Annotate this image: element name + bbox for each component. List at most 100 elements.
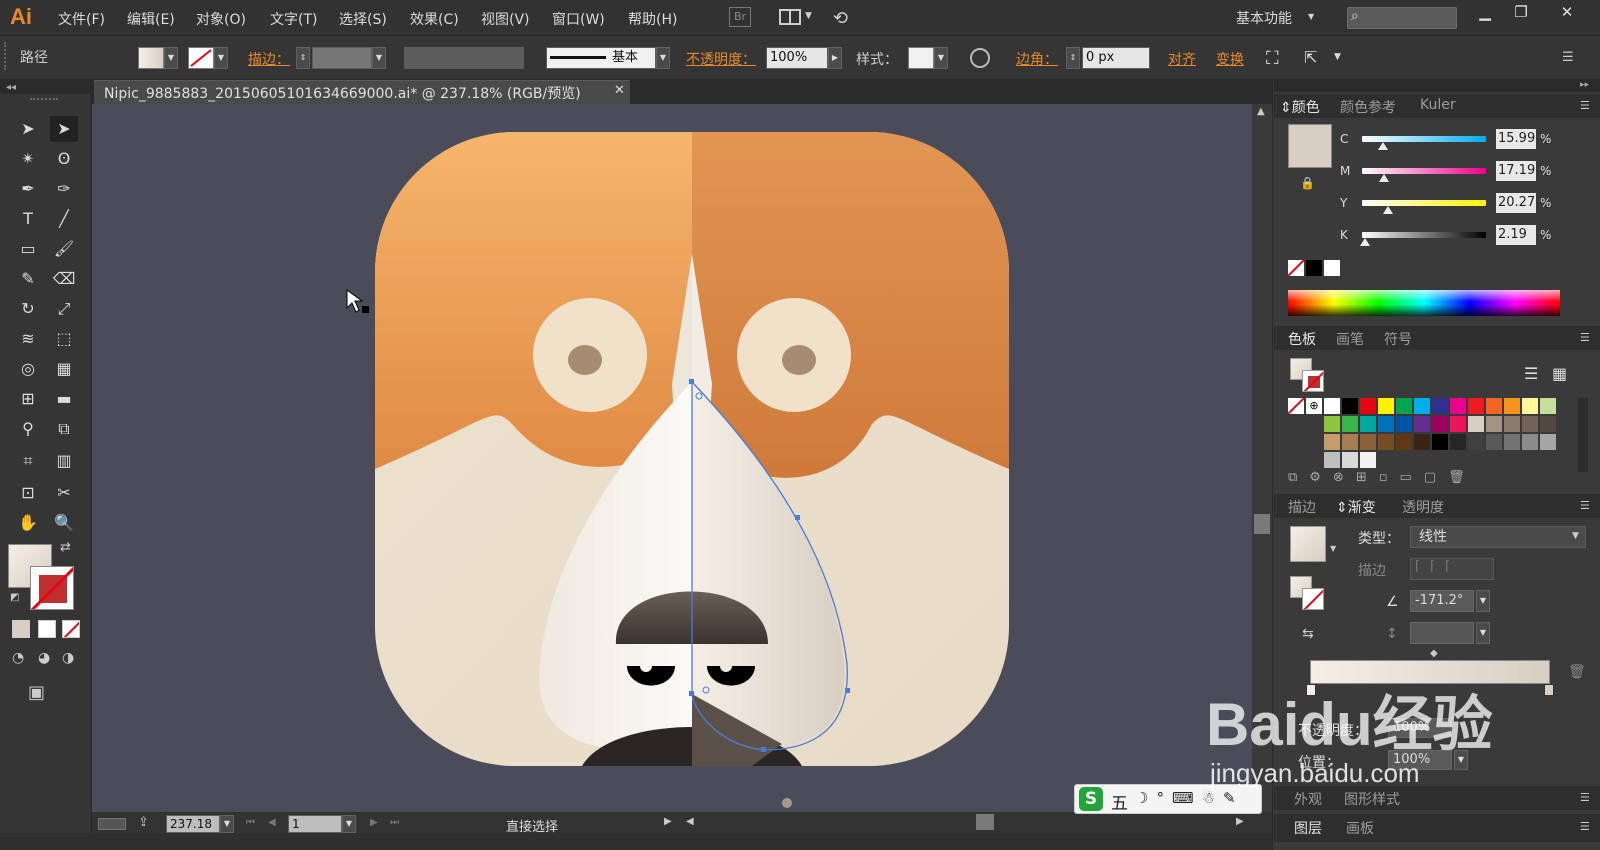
color-swatch[interactable]	[1522, 434, 1538, 450]
gradient-angle-field[interactable]: -171.2°	[1410, 590, 1474, 612]
color-swatch[interactable]	[1468, 434, 1484, 450]
color-swatch[interactable]	[1486, 398, 1502, 414]
color-swatch[interactable]	[1414, 398, 1430, 414]
chevron-down-icon[interactable]: ▼	[220, 815, 234, 833]
channel-slider-track[interactable]	[1362, 200, 1486, 206]
chevron-right-icon[interactable]: ▶	[828, 47, 842, 69]
fill-swatch[interactable]	[138, 47, 164, 69]
panel-menu-icon[interactable]: ☰	[1562, 50, 1574, 65]
ime-mode-label[interactable]: 五	[1111, 789, 1128, 814]
panel-menu-icon[interactable]: ☰	[1580, 331, 1590, 344]
color-swatch[interactable]	[1432, 398, 1448, 414]
help-search-input[interactable]	[1347, 7, 1457, 29]
artboard-number-field[interactable]: 1	[288, 815, 342, 833]
cc-libraries-icon[interactable]	[98, 818, 126, 830]
gradient-stroke-indicator[interactable]	[1302, 588, 1324, 610]
eyedropper-tool-icon[interactable]: ⚲	[14, 416, 42, 442]
chevron-down-icon[interactable]: ▼	[1572, 531, 1579, 541]
color-swatch[interactable]	[1450, 398, 1466, 414]
list-view-icon[interactable]: ☰	[1524, 364, 1538, 383]
status-menu-icon[interactable]: ▶	[664, 816, 672, 827]
color-swatch[interactable]	[1468, 398, 1484, 414]
gradient-type-select[interactable]: 线性	[1410, 526, 1586, 548]
reverse-gradient-icon[interactable]: ⇆	[1302, 626, 1314, 642]
artwork-dog-icon[interactable]	[92, 104, 1252, 812]
menu-item[interactable]: 选择(S)	[339, 9, 387, 29]
bridge-button[interactable]: Br	[729, 7, 751, 27]
tab-color[interactable]: ⇕颜色	[1280, 97, 1320, 117]
curvature-tool-icon[interactable]: ✑	[50, 176, 78, 202]
panel-menu-icon[interactable]: ☰	[1580, 499, 1590, 512]
arrange-documents-icon[interactable]	[779, 9, 801, 25]
color-swatch[interactable]	[1540, 434, 1556, 450]
chevron-down-icon[interactable]: ▼	[372, 47, 386, 69]
color-swatch[interactable]	[1522, 398, 1538, 414]
color-swatch[interactable]	[1414, 434, 1430, 450]
menu-item[interactable]: 窗口(W)	[552, 9, 605, 29]
draw-inside-icon[interactable]: ◑	[62, 650, 74, 666]
swatches-scrollbar[interactable]	[1578, 398, 1588, 472]
menu-item[interactable]: 效果(C)	[410, 9, 459, 29]
collapse-toolbar-icon[interactable]: ◂◂	[6, 82, 16, 93]
corner-stepper[interactable]: ⇕	[1066, 47, 1080, 69]
channel-value-field[interactable]: 2.19	[1496, 225, 1536, 245]
opacity-label[interactable]: 不透明度：	[686, 49, 756, 69]
color-swatch[interactable]	[1432, 416, 1448, 432]
tab-artboards[interactable]: 画板	[1346, 818, 1374, 838]
panel-menu-icon[interactable]: ☰	[1580, 791, 1590, 804]
color-swatch[interactable]	[1504, 416, 1520, 432]
tab-appearance[interactable]: 外观	[1294, 789, 1322, 809]
tab-layers[interactable]: 图层	[1294, 818, 1322, 838]
swap-fill-stroke-icon[interactable]: ⇄	[60, 540, 71, 555]
shape-builder-tool-icon[interactable]: ◎	[14, 356, 42, 382]
swatch-actions-bar[interactable]: ⧉⚙⊗⊞▫▭▢🗑	[1280, 470, 1580, 490]
recolor-artwork-icon[interactable]	[970, 48, 990, 68]
tab-transparency[interactable]: 透明度	[1402, 497, 1444, 517]
color-swatch[interactable]	[1486, 416, 1502, 432]
ime-logo-icon[interactable]: S	[1079, 787, 1103, 811]
stroke-swatch[interactable]	[188, 47, 214, 69]
color-swatch[interactable]	[1324, 434, 1340, 450]
color-swatch[interactable]	[1324, 416, 1340, 432]
scroll-left-icon[interactable]: ◀	[686, 816, 694, 827]
white-color-chip[interactable]	[1324, 260, 1340, 276]
last-artboard-icon[interactable]: ⏭	[390, 817, 399, 828]
corner-label[interactable]: 边角：	[1016, 49, 1058, 69]
color-swatch[interactable]	[1522, 416, 1538, 432]
perspective-grid-tool-icon[interactable]: ▦	[50, 356, 78, 382]
color-swatch[interactable]	[1378, 416, 1394, 432]
color-swatch[interactable]	[1504, 398, 1520, 414]
color-swatch[interactable]	[1342, 398, 1358, 414]
color-swatch[interactable]	[1324, 452, 1340, 468]
prev-artboard-icon[interactable]: ◀	[268, 817, 276, 828]
blend-tool-icon[interactable]: ⧉	[50, 416, 78, 442]
delete-stop-icon[interactable]: 🗑	[1568, 664, 1586, 680]
tab-color-guide[interactable]: 颜色参考	[1340, 97, 1396, 117]
stroke-weight-stepper[interactable]: ⇕	[296, 47, 310, 69]
registration-swatch-icon[interactable]: ⊕	[1306, 398, 1322, 414]
transform-link[interactable]: 变换	[1216, 49, 1244, 69]
tab-stroke[interactable]: 描边	[1288, 497, 1316, 517]
draw-behind-icon[interactable]: ◕	[38, 650, 50, 666]
scroll-up-icon[interactable]: ▲	[1257, 106, 1265, 117]
color-swatch[interactable]	[1450, 416, 1466, 432]
swatch-none[interactable]	[1288, 398, 1304, 414]
grid-view-icon[interactable]: ▦	[1552, 364, 1567, 383]
mesh-tool-icon[interactable]: ⊞	[14, 386, 42, 412]
tab-kuler[interactable]: Kuler	[1420, 97, 1456, 113]
slice-tool-icon[interactable]: ✂	[50, 480, 78, 506]
arrange-icon[interactable]: ⇱	[1304, 48, 1317, 67]
zoom-field[interactable]: 237.18	[166, 815, 220, 833]
gradient-stop-right[interactable]	[1544, 684, 1554, 696]
horizontal-scroll-thumb[interactable]	[976, 814, 994, 830]
direct-selection-tool-icon[interactable]: ➤	[50, 116, 78, 142]
rectangle-tool-icon[interactable]: ▭	[14, 236, 42, 262]
selection-tool-icon[interactable]: ➤	[14, 116, 42, 142]
column-graph-tool-icon[interactable]: ▥	[50, 448, 78, 474]
color-swatch[interactable]	[1486, 434, 1502, 450]
tab-graphic-styles[interactable]: 图形样式	[1344, 789, 1400, 809]
chevron-down-icon[interactable]: ▼	[342, 815, 356, 833]
color-swatch[interactable]	[1432, 434, 1448, 450]
channel-value-field[interactable]: 17.19	[1496, 161, 1536, 181]
graphic-style-swatch[interactable]	[908, 47, 934, 69]
